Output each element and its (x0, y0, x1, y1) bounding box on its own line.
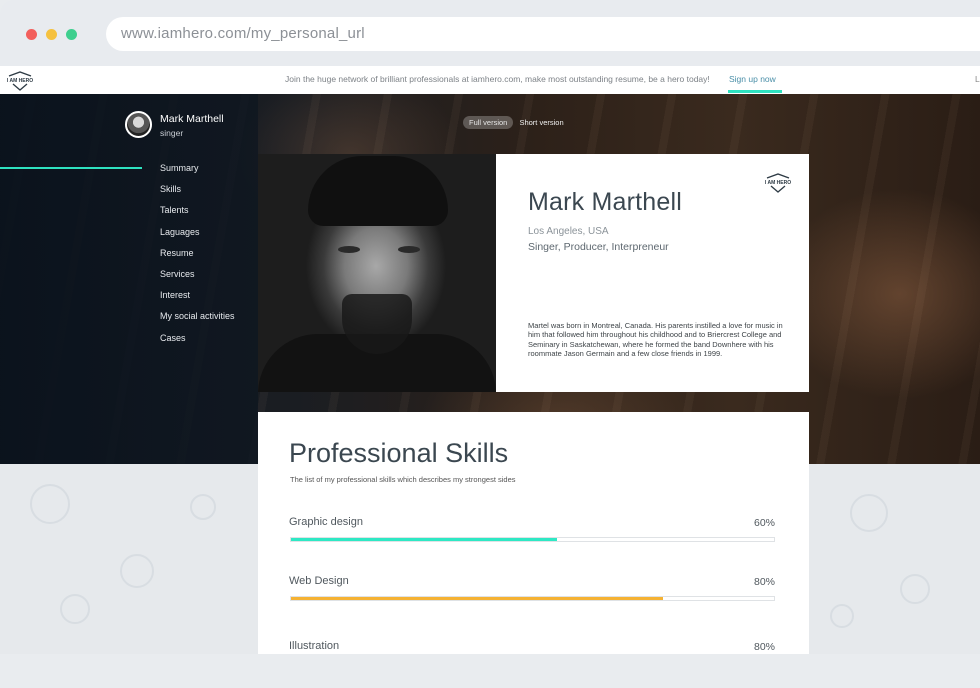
doodle-shape (850, 494, 888, 532)
skill-label: Illustration (289, 640, 340, 652)
doodle-shape (900, 574, 930, 604)
card-bio: Martel was born in Montreal, Canada. His… (528, 321, 783, 359)
doodle-shape (30, 484, 70, 524)
nav-item-interest[interactable]: Interest (160, 289, 235, 310)
nav-item-talents[interactable]: Talents (160, 204, 235, 225)
full-version-button[interactable]: Full version (463, 116, 514, 129)
card-title: Singer, Producer, Interpreneur (528, 241, 669, 253)
hero-section: Mark Marthell singer Summary Skills Tale… (0, 94, 980, 464)
skill-percent: 80% (753, 641, 775, 653)
skill-progress-track (290, 596, 775, 601)
browser-bottom-frame (0, 654, 980, 688)
nav-item-skills[interactable]: Skills (160, 183, 235, 204)
browser-chrome: www.iamhero.com/my_personal_url (0, 0, 980, 66)
avatar[interactable] (125, 111, 152, 138)
iamhero-logo-icon[interactable]: I AM HERO (4, 70, 36, 92)
skill-label: Web Design (289, 575, 349, 587)
window-close-dot[interactable] (26, 29, 37, 40)
sign-up-underline (728, 90, 782, 93)
doodle-shape (60, 594, 90, 624)
iamhero-card-logo-icon: I AM HERO (765, 173, 791, 193)
logo-text: I AM HERO (7, 78, 33, 84)
nav-item-summary[interactable]: Summary (160, 162, 235, 183)
photo-hair (308, 156, 448, 226)
photo-eye-right (398, 246, 420, 253)
sign-up-link[interactable]: Sign up now (729, 74, 776, 84)
site-topbar: I AM HERO Join the huge network of brill… (0, 66, 980, 94)
skill-percent: 80% (753, 576, 775, 588)
doodle-shape (120, 554, 154, 588)
skill-progress-track (290, 537, 775, 542)
profile-photo (258, 154, 496, 392)
card-logo-text: I AM HERO (765, 180, 791, 186)
nav-item-resume[interactable]: Resume (160, 247, 235, 268)
short-version-button[interactable]: Short version (515, 116, 567, 129)
skills-subtitle: The list of my professional skills which… (290, 475, 516, 484)
photo-eye-left (338, 246, 360, 253)
nav-item-services[interactable]: Services (160, 268, 235, 289)
topbar-right-text[interactable]: L (975, 74, 980, 84)
promo-message: Join the huge network of brilliant profe… (285, 74, 710, 84)
address-bar[interactable]: www.iamhero.com/my_personal_url (106, 17, 980, 51)
doodle-shape (190, 494, 216, 520)
version-toggle: Full version Short version (463, 116, 568, 129)
profile-role: singer (160, 128, 184, 138)
profile-info-card: I AM HERO Mark Marthell Los Angeles, USA… (496, 154, 809, 392)
card-location: Los Angeles, USA (528, 226, 609, 237)
nav-active-indicator (0, 167, 142, 169)
nav-item-social-activities[interactable]: My social activities (160, 310, 235, 331)
skill-label: Graphic design (289, 516, 363, 528)
skill-progress-fill (291, 538, 557, 541)
skills-title: Professional Skills (289, 438, 509, 468)
nav-item-languages[interactable]: Laguages (160, 226, 235, 247)
window-maximize-dot[interactable] (66, 29, 77, 40)
card-name: Mark Marthell (528, 188, 683, 216)
professional-skills-card: Professional Skills The list of my profe… (258, 412, 809, 654)
doodle-shape (830, 604, 854, 628)
profile-name: Mark Marthell (160, 113, 224, 125)
sidebar-nav: Summary Skills Talents Laguages Resume S… (160, 162, 235, 353)
skill-percent: 60% (753, 517, 775, 529)
skill-progress-fill (291, 597, 663, 600)
window-minimize-dot[interactable] (46, 29, 57, 40)
nav-item-cases[interactable]: Cases (160, 332, 235, 353)
